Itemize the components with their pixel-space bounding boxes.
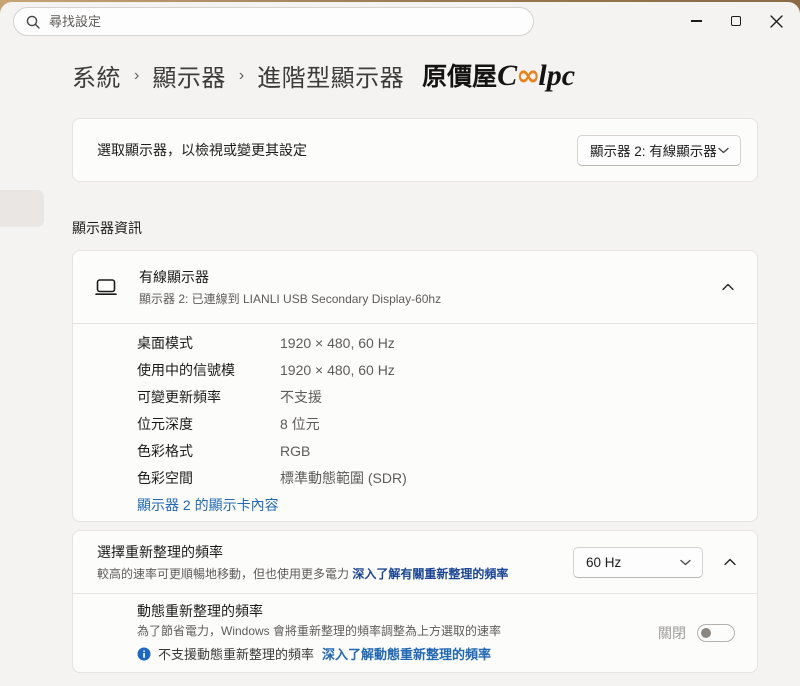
chevron-up-icon	[722, 283, 734, 291]
titlebar	[0, 2, 800, 44]
select-display-card: 選取顯示器，以檢視或變更其設定 顯示器 2: 有線顯示器	[72, 118, 758, 182]
row-value: 1920 × 480, 60 Hz	[280, 331, 395, 353]
info-row-color-space: 色彩空間 標準動態範圍 (SDR)	[137, 466, 757, 493]
section-title: 顯示器資訊	[72, 218, 758, 238]
close-icon	[770, 15, 783, 28]
learn-more-dynamic-refresh-link[interactable]: 深入了解動態重新整理的頻率	[322, 644, 491, 663]
refresh-rate-card: 選擇重新整理的頻率 較高的速率可更順暢地移動，但也使用更多電力 深入了解有關重新…	[72, 530, 758, 673]
breadcrumb: 系統 › 顯示器 › 進階型顯示器 原價屋 C ∞ lpc	[72, 58, 758, 92]
toggle-state-label: 關閉	[658, 623, 686, 643]
refresh-rate-value: 60 Hz	[586, 555, 621, 570]
logo-cjk-text: 原價屋	[422, 57, 497, 93]
monitor-icon	[93, 274, 119, 300]
info-row-bit-depth: 位元深度 8 位元	[137, 412, 757, 439]
chevron-right-icon: ›	[239, 65, 244, 85]
refresh-rate-desc-text: 較高的速率可更順暢地移動，但也使用更多電力	[97, 567, 349, 581]
search-box[interactable]	[13, 7, 534, 36]
display-select-dropdown[interactable]: 顯示器 2: 有線顯示器	[577, 135, 741, 166]
learn-more-refresh-link[interactable]: 深入了解有關重新整理的頻率	[352, 567, 508, 581]
search-icon	[26, 15, 40, 29]
chevron-up-icon	[724, 558, 736, 566]
row-value: 標準動態範圍 (SDR)	[280, 466, 407, 488]
chevron-right-icon: ›	[134, 65, 139, 85]
info-row-desktop-mode: 桌面模式 1920 × 480, 60 Hz	[137, 331, 757, 358]
display-adapter-properties-link[interactable]: 顯示器 2 的顯示卡內容	[137, 495, 279, 515]
display-info-header[interactable]: 有線顯示器 顯示器 2: 已連線到 LIANLI USB Secondary D…	[73, 251, 757, 323]
minimize-icon	[691, 20, 702, 21]
maximize-button[interactable]	[716, 6, 756, 36]
chevron-down-icon	[680, 559, 691, 566]
window-controls	[676, 6, 796, 36]
info-row-active-signal: 使用中的信號模式 1920 × 480, 60 Hz	[137, 358, 757, 385]
display-info-details: 桌面模式 1920 × 480, 60 Hz 使用中的信號模式 1920 × 4…	[73, 324, 757, 521]
search-input[interactable]	[49, 14, 521, 29]
info-row-vrr: 可變更新頻率 不支援	[137, 385, 757, 412]
close-button[interactable]	[756, 6, 796, 36]
settings-window: 系統 › 顯示器 › 進階型顯示器 原價屋 C ∞ lpc 選取顯示器，以檢視或…	[0, 2, 800, 686]
logo-c: C	[497, 59, 517, 93]
breadcrumb-display[interactable]: 顯示器	[152, 58, 226, 93]
toggle-knob-icon	[701, 628, 711, 638]
breadcrumb-system[interactable]: 系統	[72, 58, 121, 93]
row-value: 8 位元	[280, 412, 320, 434]
display-info-card: 有線顯示器 顯示器 2: 已連線到 LIANLI USB Secondary D…	[72, 250, 758, 522]
logo-lpc: lpc	[538, 59, 575, 93]
dynamic-refresh-title: 動態重新整理的頻率	[137, 602, 658, 621]
row-label: 色彩空間	[137, 466, 247, 488]
row-label: 桌面模式	[137, 331, 247, 353]
refresh-rate-row: 選擇重新整理的頻率 較高的速率可更順暢地移動，但也使用更多電力 深入了解有關重新…	[73, 531, 757, 593]
display-info-subtitle: 顯示器 2: 已連線到 LIANLI USB Secondary Display…	[139, 290, 715, 307]
display-select-value: 顯示器 2: 有線顯示器	[590, 140, 717, 160]
nav-item-fragment	[0, 190, 44, 227]
refresh-rate-dropdown[interactable]: 60 Hz	[573, 547, 703, 578]
maximize-icon	[731, 16, 741, 26]
collapse-expander-button[interactable]	[715, 274, 741, 300]
refresh-rate-title: 選擇重新整理的頻率	[97, 542, 573, 562]
info-icon	[137, 647, 151, 661]
row-value: RGB	[280, 439, 310, 461]
row-label: 位元深度	[137, 412, 247, 434]
chevron-down-icon	[718, 147, 729, 154]
refresh-rate-description: 較高的速率可更順暢地移動，但也使用更多電力 深入了解有關重新整理的頻率	[97, 565, 573, 582]
dynamic-refresh-status: 不支援動態重新整理的頻率	[158, 644, 314, 663]
info-row-color-format: 色彩格式 RGB	[137, 439, 757, 466]
page-title: 進階型顯示器	[257, 58, 404, 93]
dynamic-refresh-toggle[interactable]	[697, 624, 735, 642]
coolpc-logo: 原價屋 C ∞ lpc	[422, 57, 575, 93]
dynamic-refresh-description: 為了節省電力，Windows 會將重新整理的頻率調整為上方選取的速率	[137, 623, 658, 639]
display-info-title: 有線顯示器	[139, 267, 715, 287]
infinity-icon: ∞	[516, 58, 539, 92]
collapse-refresh-expander-button[interactable]	[717, 549, 743, 575]
minimize-button[interactable]	[676, 6, 716, 36]
row-value: 1920 × 480, 60 Hz	[280, 358, 395, 380]
row-label: 可變更新頻率	[137, 385, 247, 407]
row-label: 色彩格式	[137, 439, 247, 461]
select-display-label: 選取顯示器，以檢視或變更其設定	[97, 140, 577, 160]
row-value: 不支援	[280, 385, 322, 407]
row-label: 使用中的信號模式	[137, 358, 247, 383]
dynamic-refresh-row: 動態重新整理的頻率 為了節省電力，Windows 會將重新整理的頻率調整為上方選…	[73, 594, 757, 672]
